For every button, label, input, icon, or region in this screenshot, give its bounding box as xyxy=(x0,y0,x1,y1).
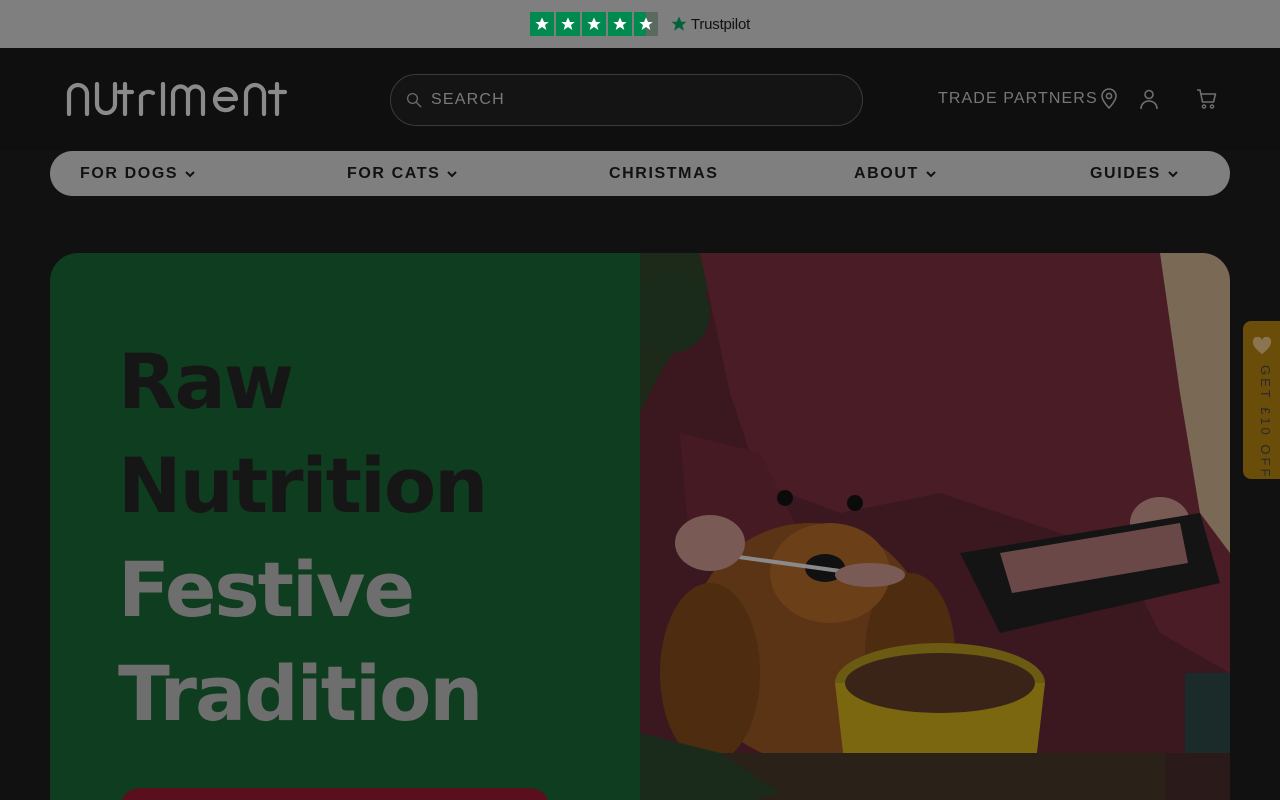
hero-title-line: Nutrition xyxy=(118,441,488,530)
nutriment-logo[interactable] xyxy=(66,82,302,116)
trustpilot-brand: Trustpilot xyxy=(690,15,751,33)
half-star-icon xyxy=(633,12,658,36)
trustpilot-bar[interactable]: Trustpilot xyxy=(0,0,1280,48)
hero-cta-button[interactable] xyxy=(120,788,550,800)
discount-side-tab[interactable]: GET £10 OFF xyxy=(1243,321,1280,479)
cart-icon[interactable] xyxy=(1195,87,1219,111)
site-header: TRADE PARTNERS xyxy=(0,48,1280,150)
star-icon xyxy=(581,12,606,36)
nav-item-guides[interactable]: GUIDES xyxy=(1090,151,1179,196)
trustpilot-logo: Trustpilot xyxy=(670,15,750,33)
hero-title-line: Raw xyxy=(118,337,294,426)
hero-title: Raw Nutrition Festive Tradition xyxy=(118,330,618,746)
chevron-down-icon xyxy=(926,170,936,177)
hero-title-line: Tradition xyxy=(118,649,483,738)
star-icon xyxy=(555,12,580,36)
trade-partners-link[interactable]: TRADE PARTNERS xyxy=(938,90,1098,108)
trustpilot-star-icon xyxy=(671,16,687,31)
nav-item-christmas[interactable]: CHRISTMAS xyxy=(609,151,719,196)
heart-icon xyxy=(1252,337,1272,355)
discount-tab-label: GET £10 OFF xyxy=(1258,365,1273,480)
nav-item-label: FOR CATS xyxy=(347,164,441,182)
user-icon[interactable] xyxy=(1137,87,1161,111)
search-icon xyxy=(406,92,422,108)
dog-being-fed-illustration xyxy=(640,253,1230,800)
chevron-down-icon xyxy=(447,170,458,177)
location-pin-icon[interactable] xyxy=(1097,87,1121,111)
nav-item-about[interactable]: ABOUT xyxy=(854,151,937,196)
nav-item-label: GUIDES xyxy=(1090,164,1161,182)
nav-item-label: CHRISTMAS xyxy=(609,164,719,182)
nav-item-label: ABOUT xyxy=(854,164,919,182)
search-input[interactable] xyxy=(431,91,811,109)
star-icon xyxy=(607,12,632,36)
chevron-down-icon xyxy=(185,170,195,177)
nav-item-for-dogs[interactable]: FOR DOGS xyxy=(80,151,196,196)
nav-item-for-cats[interactable]: FOR CATS xyxy=(347,151,458,196)
hero-image xyxy=(640,253,1230,800)
nav-item-label: FOR DOGS xyxy=(80,164,179,182)
main-nav: FOR DOGS FOR CATS CHRISTMAS ABOUT GUIDES xyxy=(50,151,1230,196)
search-bar[interactable] xyxy=(390,74,863,126)
chevron-down-icon xyxy=(1168,170,1178,177)
hero-title-line: Festive xyxy=(118,545,415,634)
star-icon xyxy=(529,12,554,36)
trustpilot-rating-stars xyxy=(529,12,658,36)
